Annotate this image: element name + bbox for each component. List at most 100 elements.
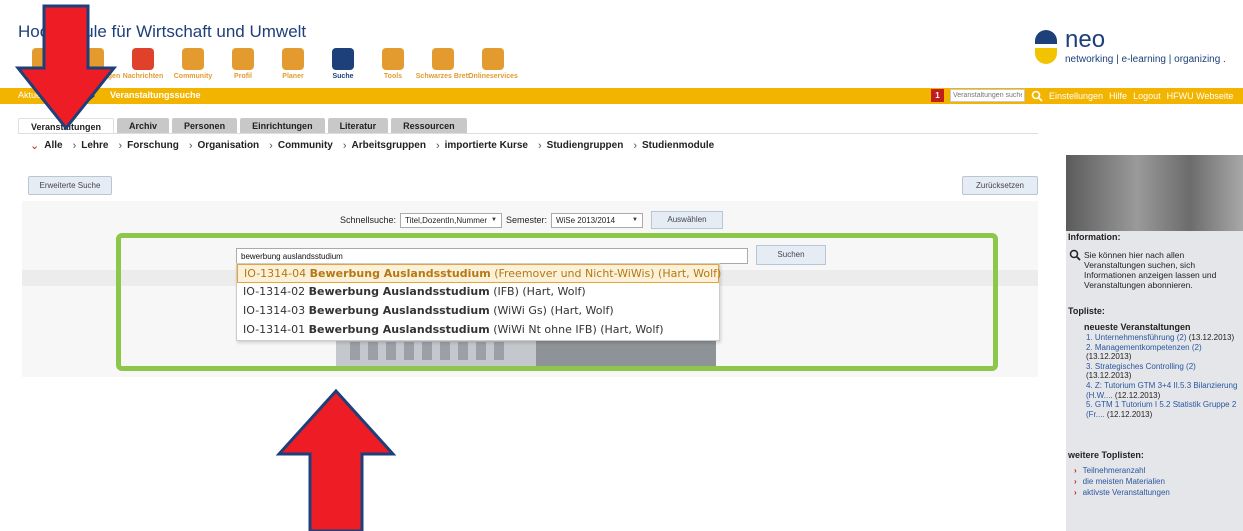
more-toplist-link[interactable]: › aktivste Veranstaltungen [1074, 487, 1170, 498]
choose-button[interactable]: Auswählen [650, 211, 723, 229]
filter-alle[interactable]: ⌄ Alle [30, 139, 63, 152]
filter-label: Community [277, 140, 333, 151]
nav-item-suche[interactable]: Suche [318, 48, 368, 88]
info-heading: Information: [1068, 232, 1121, 242]
semester-label: Semester: [505, 215, 547, 225]
settings-link[interactable]: Einstellungen [1049, 91, 1103, 101]
more-toplist-label: Teilnehmeranzahl [1082, 466, 1146, 475]
bar-tools: 1 Einstellungen Hilfe Logout HFWU Websei… [931, 89, 1233, 102]
info-text: Sie können hier nach allen Veranstaltung… [1084, 250, 1217, 290]
toplist-item-date: (12.12.2013) [1106, 409, 1153, 419]
logout-link[interactable]: Logout [1133, 91, 1161, 101]
toplist-item-title[interactable]: 2. Managementkompetenzen (2) [1086, 343, 1202, 352]
filter-importierte-kurse[interactable]: › importierte Kurse [436, 139, 528, 152]
filter-label: Studiengruppen [546, 140, 624, 151]
chevron-right-icon: › [342, 139, 347, 152]
board-icon [432, 48, 454, 70]
nav-item-profil[interactable]: Profil [218, 48, 268, 88]
toplist-item-title[interactable]: 1. Unternehmensführung (2) [1086, 333, 1187, 342]
filter-forschung[interactable]: › Forschung [118, 139, 178, 152]
magnifier-icon [1069, 249, 1081, 261]
more-toplists: › Teilnehmeranzahl › die meisten Materialie… [1074, 465, 1170, 498]
filter-community[interactable]: › Community [269, 139, 333, 152]
sidebar-photo [1066, 155, 1243, 231]
filter-label: Organisation [197, 140, 260, 151]
mail-icon [132, 48, 154, 70]
chevron-right-icon: › [1074, 488, 1077, 497]
chevron-right-icon: › [269, 139, 273, 152]
nav-item-schwarzes-brett[interactable]: Schwarzes Brett [415, 48, 471, 88]
quick-search-row: Schnellsuche: Titel,DozentIn,Nummer ▼ Sem… [340, 211, 723, 229]
nav-item-community[interactable]: Community [168, 48, 218, 88]
toplist-item-title[interactable]: 4. Z: Tutorium GTM 3+4 II.5.3 Bilanzieru… [1086, 381, 1237, 400]
toplist-subheading: neueste Veranstaltungen [1084, 322, 1191, 332]
nav-item-nachrichten[interactable]: Nachrichten [118, 48, 168, 88]
filter-label: Forschung [127, 140, 179, 151]
breadcrumb-bar: Aktuelle Seite Veranstaltungssuche 1 Ein… [0, 88, 1243, 104]
toplist-heading: Topliste: [1068, 306, 1105, 316]
semester-select[interactable]: WiSe 2013/2014 ▼ [550, 212, 643, 228]
tab-einrichtungen[interactable]: Einrichtungen [240, 118, 325, 134]
more-toplist-label: die meisten Materialien [1082, 477, 1165, 486]
reset-button[interactable]: Zurücksetzen [962, 176, 1038, 195]
filter-label: Alle [44, 140, 63, 151]
quick-course-search-input[interactable] [950, 89, 1025, 102]
red-arrow-up-icon [276, 388, 396, 531]
tab-literatur[interactable]: Literatur [327, 118, 389, 134]
nav-item-planer[interactable]: Planer [268, 48, 318, 88]
nav-item-onlineservices[interactable]: Onlineservices [468, 48, 518, 88]
toplist-item[interactable]: 4. Z: Tutorium GTM 3+4 II.5.3 Bilanzieru… [1086, 381, 1241, 400]
filter-lehre[interactable]: › Lehre [73, 139, 109, 152]
toplist-item-date: (13.12.2013) [1086, 371, 1132, 381]
quick-search-label: Schnellsuche: [340, 215, 397, 225]
breadcrumb-course-search: Veranstaltungssuche [110, 90, 201, 100]
nav-label: Community [173, 73, 213, 80]
tab-personen[interactable]: Personen [172, 118, 238, 134]
gear-icon [382, 48, 404, 70]
notification-badge[interactable]: 1 [931, 89, 944, 102]
people-icon [182, 48, 204, 70]
toplist-item[interactable]: 1. Unternehmensführung (2) (13.12.2013) [1086, 333, 1241, 343]
filter-organisation[interactable]: › Organisation [189, 139, 259, 152]
chevron-down-icon: ⌄ [30, 140, 40, 152]
header: Hochschule für Wirtschaft und Umwelt Sta… [0, 0, 1243, 88]
toplist-item[interactable]: 2. Managementkompetenzen (2) (13.12.2013… [1086, 343, 1241, 362]
help-link[interactable]: Hilfe [1109, 91, 1127, 101]
nav-label: Onlineservices [468, 73, 518, 80]
more-toplist-label: aktivste Veranstaltungen [1082, 488, 1170, 497]
advanced-search-button[interactable]: Erweiterte Suche [28, 176, 112, 195]
calendar-icon [282, 48, 304, 70]
filter-label: Lehre [81, 140, 109, 151]
hfwu-website-link[interactable]: HFWU Webseite [1167, 91, 1234, 101]
toplist-item[interactable]: 3. Strategisches Controlling (2) (13.12.… [1086, 362, 1241, 381]
nav-label: Schwarzes Brett [415, 73, 471, 80]
more-toplist-link[interactable]: › die meisten Materialien [1074, 476, 1170, 487]
neo-logo-tagline: networking | e-learning | organizing . [1065, 54, 1226, 65]
toplist: 1. Unternehmensführung (2) (13.12.2013) 2… [1086, 333, 1241, 419]
toplist-item-date: (12.12.2013) [1114, 390, 1161, 400]
neo-logo-mark [1035, 30, 1059, 64]
chevron-right-icon: › [1074, 466, 1077, 475]
nav-item-tools[interactable]: Tools [368, 48, 418, 88]
chevron-right-icon: › [435, 139, 440, 152]
toplist-item-title[interactable]: 3. Strategisches Controlling (2) [1086, 362, 1196, 371]
tab-archiv[interactable]: Archiv [117, 118, 170, 134]
more-toplist-link[interactable]: › Teilnehmeranzahl [1074, 465, 1170, 476]
tab-ressourcen[interactable]: Ressourcen [391, 118, 467, 134]
nav-label: Profil [234, 73, 252, 80]
filter-arbeitsgruppen[interactable]: › Arbeitsgruppen [343, 139, 426, 152]
search-field-select[interactable]: Titel,DozentIn,Nummer ▼ [400, 212, 502, 228]
search-icon[interactable] [1031, 90, 1043, 102]
toplist-item[interactable]: 5. GTM 1 Tutorium I 5.2 Statistik Gruppe… [1086, 400, 1241, 419]
filter-studiengruppen[interactable]: › Studiengruppen [538, 139, 623, 152]
filter-studienmodule[interactable]: › Studienmodule [633, 139, 714, 152]
filter-label: Arbeitsgruppen [351, 140, 426, 151]
chevron-right-icon: › [188, 139, 193, 152]
globe-icon [482, 48, 504, 70]
neo-logo-word: neo [1065, 26, 1106, 53]
neo-logo[interactable]: neo networking | e-learning | organizing… [1035, 26, 1243, 68]
right-sidebar: Information: Sie können hier nach allen … [1066, 155, 1243, 531]
highlight-frame [116, 233, 998, 371]
red-arrow-down-icon [14, 4, 118, 131]
profile-icon [232, 48, 254, 70]
